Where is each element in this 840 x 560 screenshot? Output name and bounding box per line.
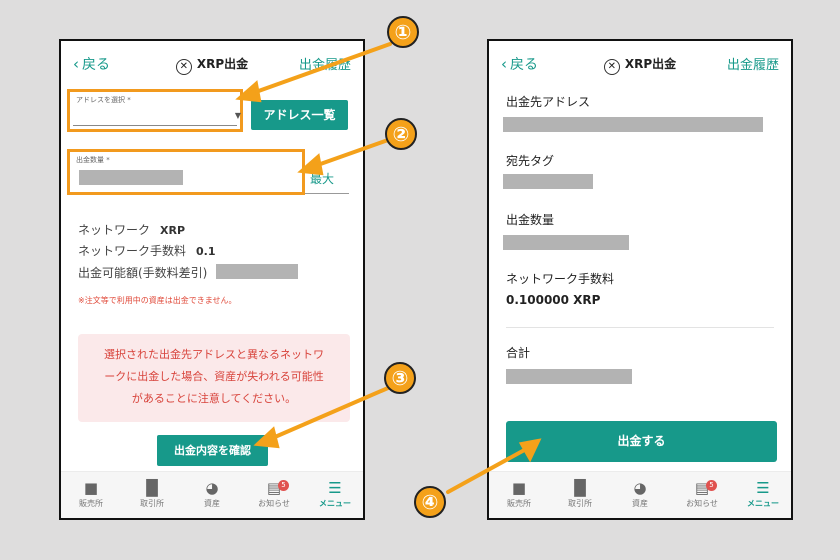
arrow-4-head bbox=[518, 438, 542, 463]
arrow-3 bbox=[266, 386, 390, 442]
arrow-4 bbox=[446, 446, 530, 494]
annotation-arrows bbox=[235, 42, 542, 494]
arrow-1-head bbox=[235, 80, 262, 103]
step-marker-1: ① bbox=[387, 16, 419, 48]
step-marker-3: ③ bbox=[384, 362, 416, 394]
arrow-3-head bbox=[253, 426, 280, 449]
step-marker-4: ④ bbox=[414, 486, 446, 518]
step-marker-2: ② bbox=[385, 118, 417, 150]
arrow-1 bbox=[248, 42, 392, 96]
arrow-2 bbox=[310, 138, 390, 169]
arrow-2-head bbox=[297, 153, 324, 176]
